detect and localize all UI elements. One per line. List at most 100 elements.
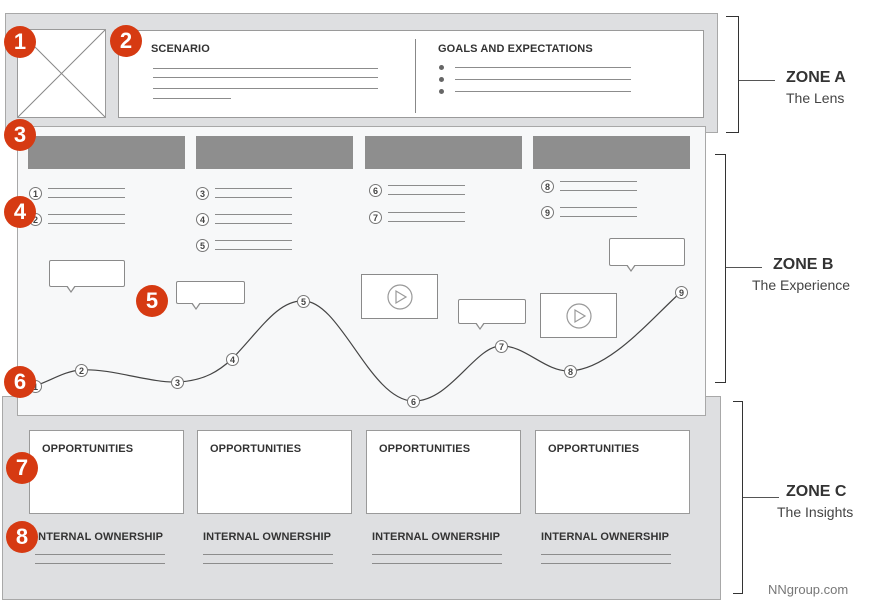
zone-b-bracket: [715, 154, 726, 383]
zone-c-subtitle: The Insights: [777, 504, 854, 520]
scenario-text-line: [153, 88, 378, 89]
goals-heading: GOALS AND EXPECTATIONS: [438, 43, 593, 55]
callout-marker: 7: [6, 452, 38, 484]
curve-point: 3: [171, 376, 184, 389]
step-text-line: [215, 197, 292, 198]
ownership-heading: INTERNAL OWNERSHIP: [203, 531, 332, 543]
step-number: 5: [196, 239, 209, 252]
step-number: 7: [369, 211, 382, 224]
goal-bullet-icon: [439, 77, 444, 82]
ownership-text-line: [35, 563, 165, 564]
callout-marker: 1: [4, 26, 36, 58]
scenario-heading: SCENARIO: [151, 43, 210, 55]
curve-point: 8: [564, 365, 577, 378]
goal-bullet-icon: [439, 65, 444, 70]
step-text-line: [560, 216, 637, 217]
step-text-line: [388, 221, 465, 222]
speech-bubble: [49, 260, 125, 293]
opportunities-heading: OPPORTUNITIES: [379, 443, 471, 455]
step-text-line: [215, 249, 292, 250]
callout-marker: 3: [4, 119, 36, 151]
ownership-text-line: [372, 563, 502, 564]
step-text-line: [388, 185, 465, 186]
ownership-heading: INTERNAL OWNERSHIP: [541, 531, 670, 543]
curve-point: 9: [675, 286, 688, 299]
goal-bullet-icon: [439, 89, 444, 94]
step-text-line: [48, 223, 125, 224]
stage-header-bar: [196, 136, 353, 169]
curve-point: 2: [75, 364, 88, 377]
opportunities-box: OPPORTUNITIES: [366, 430, 521, 514]
step-text-line: [48, 214, 125, 215]
step-number: 9: [541, 206, 554, 219]
step-text-line: [388, 212, 465, 213]
zone-a-bracket-tick: [739, 80, 775, 81]
step-text-line: [388, 194, 465, 195]
zone-c-bracket: [733, 401, 743, 594]
ownership-text-line: [541, 554, 671, 555]
scenario-text-line: [153, 68, 378, 69]
opportunities-heading: OPPORTUNITIES: [42, 443, 134, 455]
zone-b-subtitle: The Experience: [752, 277, 851, 293]
step-text-line: [48, 197, 125, 198]
ownership-text-line: [203, 563, 333, 564]
stage-header-bar: [365, 136, 522, 169]
stage-header-bar: [533, 136, 690, 169]
callout-marker: 8: [6, 521, 38, 553]
opportunities-box: OPPORTUNITIES: [29, 430, 184, 514]
step-number: 8: [541, 180, 554, 193]
ownership-heading: INTERNAL OWNERSHIP: [35, 531, 164, 543]
speech-bubble: [609, 238, 685, 272]
video-placeholder[interactable]: [540, 293, 617, 338]
ownership-text-line: [541, 563, 671, 564]
step-number: 3: [196, 187, 209, 200]
step-text-line: [215, 214, 292, 215]
speech-bubble: [176, 281, 245, 310]
curve-point: 7: [495, 340, 508, 353]
ownership-text-line: [203, 554, 333, 555]
scenario-text-line: [153, 98, 231, 99]
play-icon: [386, 283, 413, 310]
scenario-text-line: [153, 77, 378, 78]
scenario-goals-box: SCENARIO GOALS AND EXPECTATIONS: [118, 30, 704, 118]
zone-b-bracket-tick: [726, 267, 762, 268]
zone-c-title: ZONE C: [786, 483, 847, 500]
goal-text-line: [455, 91, 631, 92]
callout-marker: 2: [110, 25, 142, 57]
step-text-line: [560, 181, 637, 182]
goal-text-line: [455, 79, 631, 80]
curve-point: 4: [226, 353, 239, 366]
callout-marker: 4: [4, 196, 36, 228]
opportunities-box: OPPORTUNITIES: [535, 430, 690, 514]
ownership-text-line: [372, 554, 502, 555]
goal-text-line: [455, 67, 631, 68]
ownership-heading: INTERNAL OWNERSHIP: [372, 531, 501, 543]
callout-marker: 6: [4, 366, 36, 398]
zone-a-subtitle: The Lens: [786, 90, 845, 106]
opportunities-heading: OPPORTUNITIES: [548, 443, 640, 455]
curve-point: 6: [407, 395, 420, 408]
step-text-line: [560, 190, 637, 191]
step-text-line: [48, 188, 125, 189]
callout-marker: 5: [136, 285, 168, 317]
step-number: 6: [369, 184, 382, 197]
footer-credit: NNgroup.com: [768, 582, 849, 597]
step-number: 4: [196, 213, 209, 226]
zone-b-title: ZONE B: [773, 256, 834, 273]
zone-c-bracket-tick: [743, 497, 779, 498]
step-text-line: [215, 188, 292, 189]
ownership-text-line: [35, 554, 165, 555]
step-text-line: [215, 240, 292, 241]
zone-a-title: ZONE A: [786, 69, 846, 86]
curve-point: 5: [297, 295, 310, 308]
stage-header-bar: [28, 136, 185, 169]
play-icon: [565, 302, 592, 329]
step-text-line: [215, 223, 292, 224]
speech-bubble: [458, 299, 526, 330]
scenario-divider: [415, 39, 416, 113]
opportunities-box: OPPORTUNITIES: [197, 430, 352, 514]
step-number: 1: [29, 187, 42, 200]
video-placeholder[interactable]: [361, 274, 438, 319]
opportunities-heading: OPPORTUNITIES: [210, 443, 302, 455]
zone-a-bracket: [726, 16, 739, 133]
